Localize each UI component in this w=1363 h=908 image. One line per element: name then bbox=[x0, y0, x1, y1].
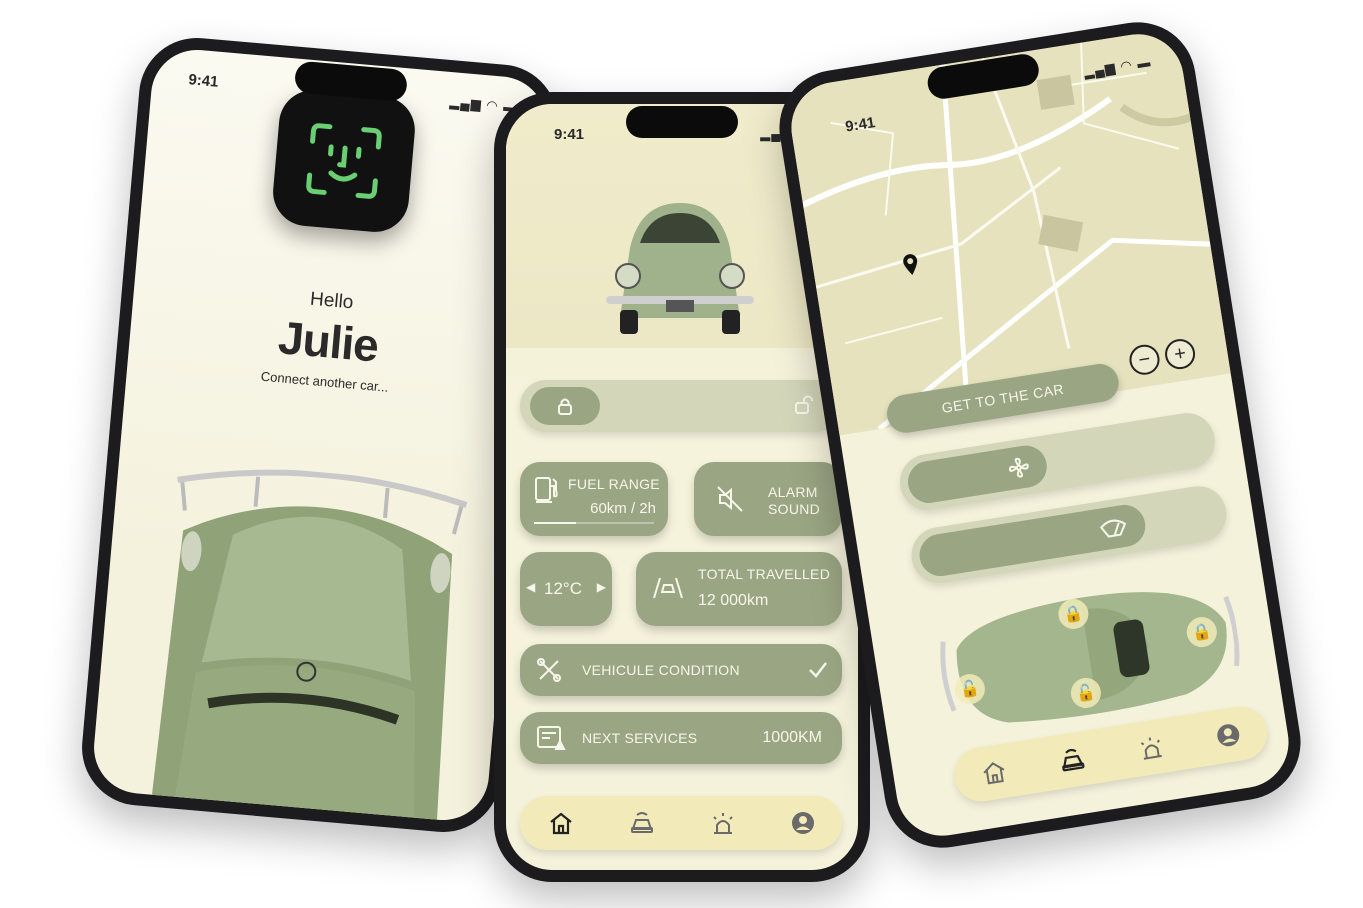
status-time: 9:41 bbox=[554, 126, 585, 143]
next-services-label: NEXT SERVICES bbox=[582, 730, 698, 746]
speaker-muted-icon bbox=[717, 486, 743, 512]
map-roads bbox=[792, 42, 1215, 432]
alarm-icon[interactable] bbox=[710, 811, 736, 835]
status-time: 9:41 bbox=[187, 71, 220, 91]
profile-icon[interactable] bbox=[791, 811, 815, 835]
next-services-tile[interactable]: NEXT SERVICES 1000KM bbox=[520, 712, 842, 764]
map-view[interactable] bbox=[784, 27, 1231, 436]
fuel-range-value: 60km / 2h bbox=[590, 500, 656, 517]
temp-decrease-arrow-icon[interactable]: ◀ bbox=[526, 580, 535, 594]
service-garage-icon bbox=[537, 726, 566, 750]
profile-icon[interactable] bbox=[1215, 721, 1242, 748]
dynamic-island bbox=[626, 106, 738, 138]
temperature-tile[interactable]: ◀ 12°C ▶ bbox=[520, 552, 612, 626]
phone-welcome: 9:41 ▂▄▆ ◠ ▬ Hello Julie Connect another… bbox=[77, 33, 563, 837]
car-front-image bbox=[606, 203, 754, 334]
alarm-sound-label-1: ALARM bbox=[768, 484, 818, 500]
car-remote-icon[interactable] bbox=[1058, 746, 1087, 774]
car-top-view-image bbox=[144, 469, 468, 824]
temperature-value: 12°C bbox=[544, 579, 582, 598]
vehicle-condition-tile[interactable]: VEHICULE CONDITION bbox=[520, 644, 842, 696]
road-car-icon bbox=[653, 577, 683, 599]
wiper-icon bbox=[1099, 519, 1127, 538]
face-id-button[interactable] bbox=[270, 87, 418, 235]
tools-icon bbox=[537, 658, 561, 682]
fuel-range-bar-fill bbox=[534, 522, 576, 524]
bottom-nav bbox=[520, 796, 842, 850]
fuel-range-tile[interactable]: FUEL RANGE 60km / 2h bbox=[520, 462, 668, 536]
home-icon[interactable] bbox=[979, 758, 1008, 786]
fuel-pump-icon bbox=[535, 477, 558, 503]
fuel-range-label: FUEL RANGE bbox=[568, 476, 660, 492]
alarm-sound-tile[interactable]: ALARM SOUND bbox=[694, 462, 842, 536]
lock-knob[interactable] bbox=[530, 387, 600, 425]
signal-icon: ▂▄▆ bbox=[449, 94, 483, 112]
temp-increase-arrow-icon[interactable]: ▶ bbox=[597, 580, 606, 594]
total-travelled-tile[interactable]: TOTAL TRAVELLED 12 000km bbox=[636, 552, 842, 626]
alarm-sound-label-2: SOUND bbox=[768, 501, 821, 517]
fan-icon bbox=[1008, 457, 1029, 478]
face-id-icon bbox=[306, 123, 382, 199]
vehicle-condition-label: VEHICULE CONDITION bbox=[582, 662, 740, 678]
alarm-icon[interactable] bbox=[1136, 734, 1165, 762]
wiper-knob[interactable] bbox=[916, 501, 1149, 580]
fuel-range-bar bbox=[534, 522, 654, 524]
next-services-value: 1000KM bbox=[762, 729, 822, 746]
home-icon[interactable] bbox=[548, 811, 574, 835]
car-remote-icon[interactable] bbox=[629, 811, 655, 835]
total-travelled-label: TOTAL TRAVELLED bbox=[698, 566, 831, 582]
location-pin-icon bbox=[903, 254, 918, 275]
unlock-icon bbox=[795, 395, 813, 414]
checkmark-icon bbox=[809, 662, 827, 678]
total-travelled-value: 12 000km bbox=[698, 592, 769, 609]
welcome-screen: 9:41 ▂▄▆ ◠ ▬ Hello Julie Connect another… bbox=[90, 46, 550, 824]
lock-icon bbox=[558, 398, 572, 415]
fan-knob[interactable] bbox=[904, 442, 1050, 506]
lock-slider[interactable] bbox=[520, 380, 842, 432]
wifi-icon: ◠ bbox=[485, 97, 500, 114]
